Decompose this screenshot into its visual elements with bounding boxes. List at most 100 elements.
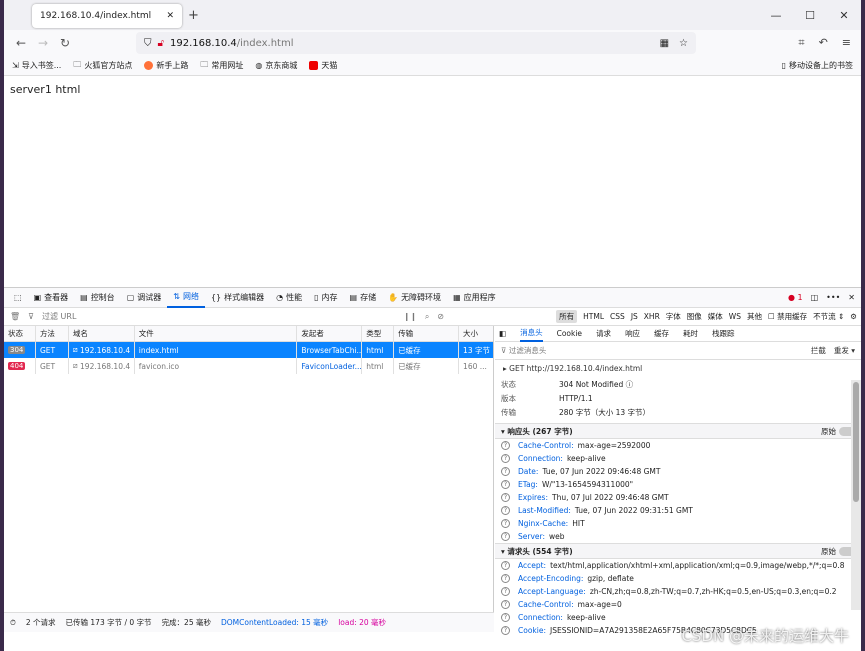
tab-application[interactable]: ▦ 应用程序 [447, 288, 502, 308]
tab-cache[interactable]: 缓存 [654, 328, 669, 339]
column-size[interactable]: 大小 [459, 326, 493, 341]
filter-url-input[interactable]: 过滤 URL [42, 311, 395, 322]
header-row[interactable]: ? Cache-Control: max-age=0 [495, 598, 861, 611]
dock-icon[interactable]: ◫ [811, 293, 819, 302]
tab-accessibility[interactable]: ✋ 无障碍环境 [382, 288, 447, 308]
header-row[interactable]: ? Connection: keep-alive [495, 452, 861, 465]
scrollbar[interactable] [851, 380, 861, 610]
bookmark-firefox[interactable]: 🗀 火狐官方站点 [73, 59, 132, 73]
help-icon[interactable]: ? [501, 454, 510, 463]
new-tab-icon[interactable]: + [188, 8, 199, 23]
address-bar[interactable]: ⛉ 🔓︎ 192.168.10.4/index.html ▦ ☆ [136, 32, 696, 54]
header-row[interactable]: ? Accept: text/html,application/xhtml+xml,… [495, 559, 861, 572]
toggle-sidebar-icon[interactable]: ◧ [499, 329, 506, 338]
response-headers-section[interactable]: ▾ 响应头 (267 字节) 原始 [495, 423, 861, 439]
tab-response[interactable]: 响应 [625, 328, 640, 339]
tab-debugger[interactable]: ▢ 调试器 [121, 288, 168, 308]
help-icon[interactable]: ? [501, 532, 510, 541]
insecure-lock-icon[interactable]: 🔓︎ [158, 38, 164, 49]
filter-all[interactable]: 所有 [556, 310, 578, 323]
throttle-select[interactable]: 不节流 ⇕ [813, 311, 844, 322]
reload-icon[interactable]: ↻ [54, 36, 76, 50]
resend-button[interactable]: 重发 ▾ [834, 345, 855, 356]
tab-request[interactable]: 请求 [596, 328, 611, 339]
header-row[interactable]: ? Connection: keep-alive [495, 611, 861, 624]
header-row[interactable]: ? Server: web [495, 530, 861, 543]
tab-memory[interactable]: ▯ 内存 [308, 288, 343, 308]
header-row[interactable]: ? Cache-Control: max-age=2592000 [495, 439, 861, 452]
table-row[interactable]: 304 GET ⧄ 192.168.10.4 index.html Browse… [4, 342, 493, 358]
pause-icon[interactable]: ❙❙ [403, 312, 416, 321]
tab-stack-trace[interactable]: 栈跟踪 [712, 328, 735, 339]
help-icon[interactable]: ? [501, 506, 510, 515]
tab-inspector[interactable]: ▣ 查看器 [28, 288, 75, 308]
screenshot-icon[interactable]: ⌗ [798, 36, 804, 50]
help-icon[interactable]: ? [501, 441, 510, 450]
filter-media[interactable]: 媒体 [708, 311, 723, 322]
help-icon[interactable]: ? [501, 613, 510, 622]
tab-style-editor[interactable]: {} 样式编辑器 [205, 288, 270, 308]
pick-element-icon[interactable]: ⬚ [8, 288, 28, 308]
bookmark-getting-started[interactable]: 新手上路 [144, 60, 188, 71]
disable-cache-checkbox[interactable]: ☐ 禁用缓存 [768, 311, 807, 322]
filter-headers-input[interactable]: 过滤消息头 [509, 345, 547, 356]
filter-css[interactable]: CSS [610, 312, 625, 321]
bookmark-tmall[interactable]: 天猫 [309, 60, 337, 71]
column-file[interactable]: 文件 [135, 326, 298, 341]
request-headers-section[interactable]: ▾ 请求头 (554 字节) 原始 [495, 543, 861, 559]
bookmark-mobile[interactable]: ▯ 移动设备上的书签 [782, 60, 853, 71]
header-row[interactable]: ? Last-Modified: Tue, 07 Jun 2022 09:31:51… [495, 504, 861, 517]
help-icon[interactable]: ⓘ [626, 379, 634, 390]
table-row[interactable]: 404 GET ⧄ 192.168.10.4 favicon.ico Favic… [4, 358, 493, 374]
column-domain[interactable]: 域名 [69, 326, 135, 341]
close-window-icon[interactable]: ✕ [827, 0, 861, 30]
help-icon[interactable]: ? [501, 519, 510, 528]
bookmark-common[interactable]: 🗀 常用网址 [200, 59, 243, 73]
browser-tab[interactable]: 192.168.10.4/index.html ✕ [32, 4, 182, 28]
filter-js[interactable]: JS [631, 312, 638, 321]
bookmark-star-icon[interactable]: ☆ [679, 38, 688, 49]
block-button[interactable]: 拦截 [811, 345, 826, 356]
column-transferred[interactable]: 传输 [394, 326, 460, 341]
bookmark-jd[interactable]: ◍ 京东商城 [255, 60, 297, 71]
filter-other[interactable]: 其他 [747, 311, 762, 322]
settings-gear-icon[interactable]: ⚙ [850, 312, 857, 321]
filter-images[interactable]: 图像 [687, 311, 702, 322]
help-icon[interactable]: ? [501, 493, 510, 502]
tab-timings[interactable]: 耗时 [683, 328, 698, 339]
tab-console[interactable]: ▤ 控制台 [74, 288, 121, 308]
filter-xhr[interactable]: XHR [644, 312, 660, 321]
close-devtools-icon[interactable]: ✕ [848, 293, 855, 302]
help-icon[interactable]: ? [501, 480, 510, 489]
minimize-icon[interactable]: — [759, 0, 793, 30]
header-row[interactable]: ? Accept-Encoding: gzip, deflate [495, 572, 861, 585]
timer-icon[interactable]: ⏱ [10, 618, 16, 628]
more-options-icon[interactable]: ••• [826, 293, 840, 302]
error-badge[interactable]: ● 1 [788, 293, 803, 302]
filter-ws[interactable]: WS [729, 312, 741, 321]
header-row[interactable]: ? ETag: W/"13-1654594311000" [495, 478, 861, 491]
help-icon[interactable]: ? [501, 587, 510, 596]
help-icon[interactable]: ? [501, 626, 510, 635]
bookmark-import[interactable]: ⇲ 导入书签... [12, 60, 61, 71]
help-icon[interactable]: ? [501, 574, 510, 583]
close-tab-icon[interactable]: ✕ [166, 11, 174, 21]
header-row[interactable]: ? Expires: Thu, 07 Jul 2022 09:46:48 GMT [495, 491, 861, 504]
back-icon[interactable]: ← [10, 36, 32, 50]
tab-network[interactable]: ⇅ 网络 [167, 288, 205, 308]
tab-headers[interactable]: 消息头 [520, 326, 543, 342]
tab-performance[interactable]: ◔ 性能 [270, 288, 308, 308]
header-row[interactable]: ? Accept-Language: zh-CN,zh;q=0.8,zh-TW;q=… [495, 585, 861, 598]
tab-storage[interactable]: ▤ 存储 [344, 288, 383, 308]
cell-initiator[interactable]: FaviconLoader.... [297, 358, 363, 374]
column-status[interactable]: 状态 [4, 326, 36, 341]
tab-cookies[interactable]: Cookie [557, 329, 582, 338]
help-icon[interactable]: ? [501, 561, 510, 570]
trash-icon[interactable]: 🗑︎ [10, 312, 20, 321]
header-row[interactable]: ? Nginx-Cache: HIT [495, 517, 861, 530]
search-icon[interactable]: ⌕ [425, 312, 429, 322]
scrollbar-thumb[interactable] [853, 382, 859, 502]
column-method[interactable]: 方法 [36, 326, 69, 341]
filter-html[interactable]: HTML [583, 312, 604, 321]
menu-icon[interactable]: ≡ [842, 36, 851, 50]
